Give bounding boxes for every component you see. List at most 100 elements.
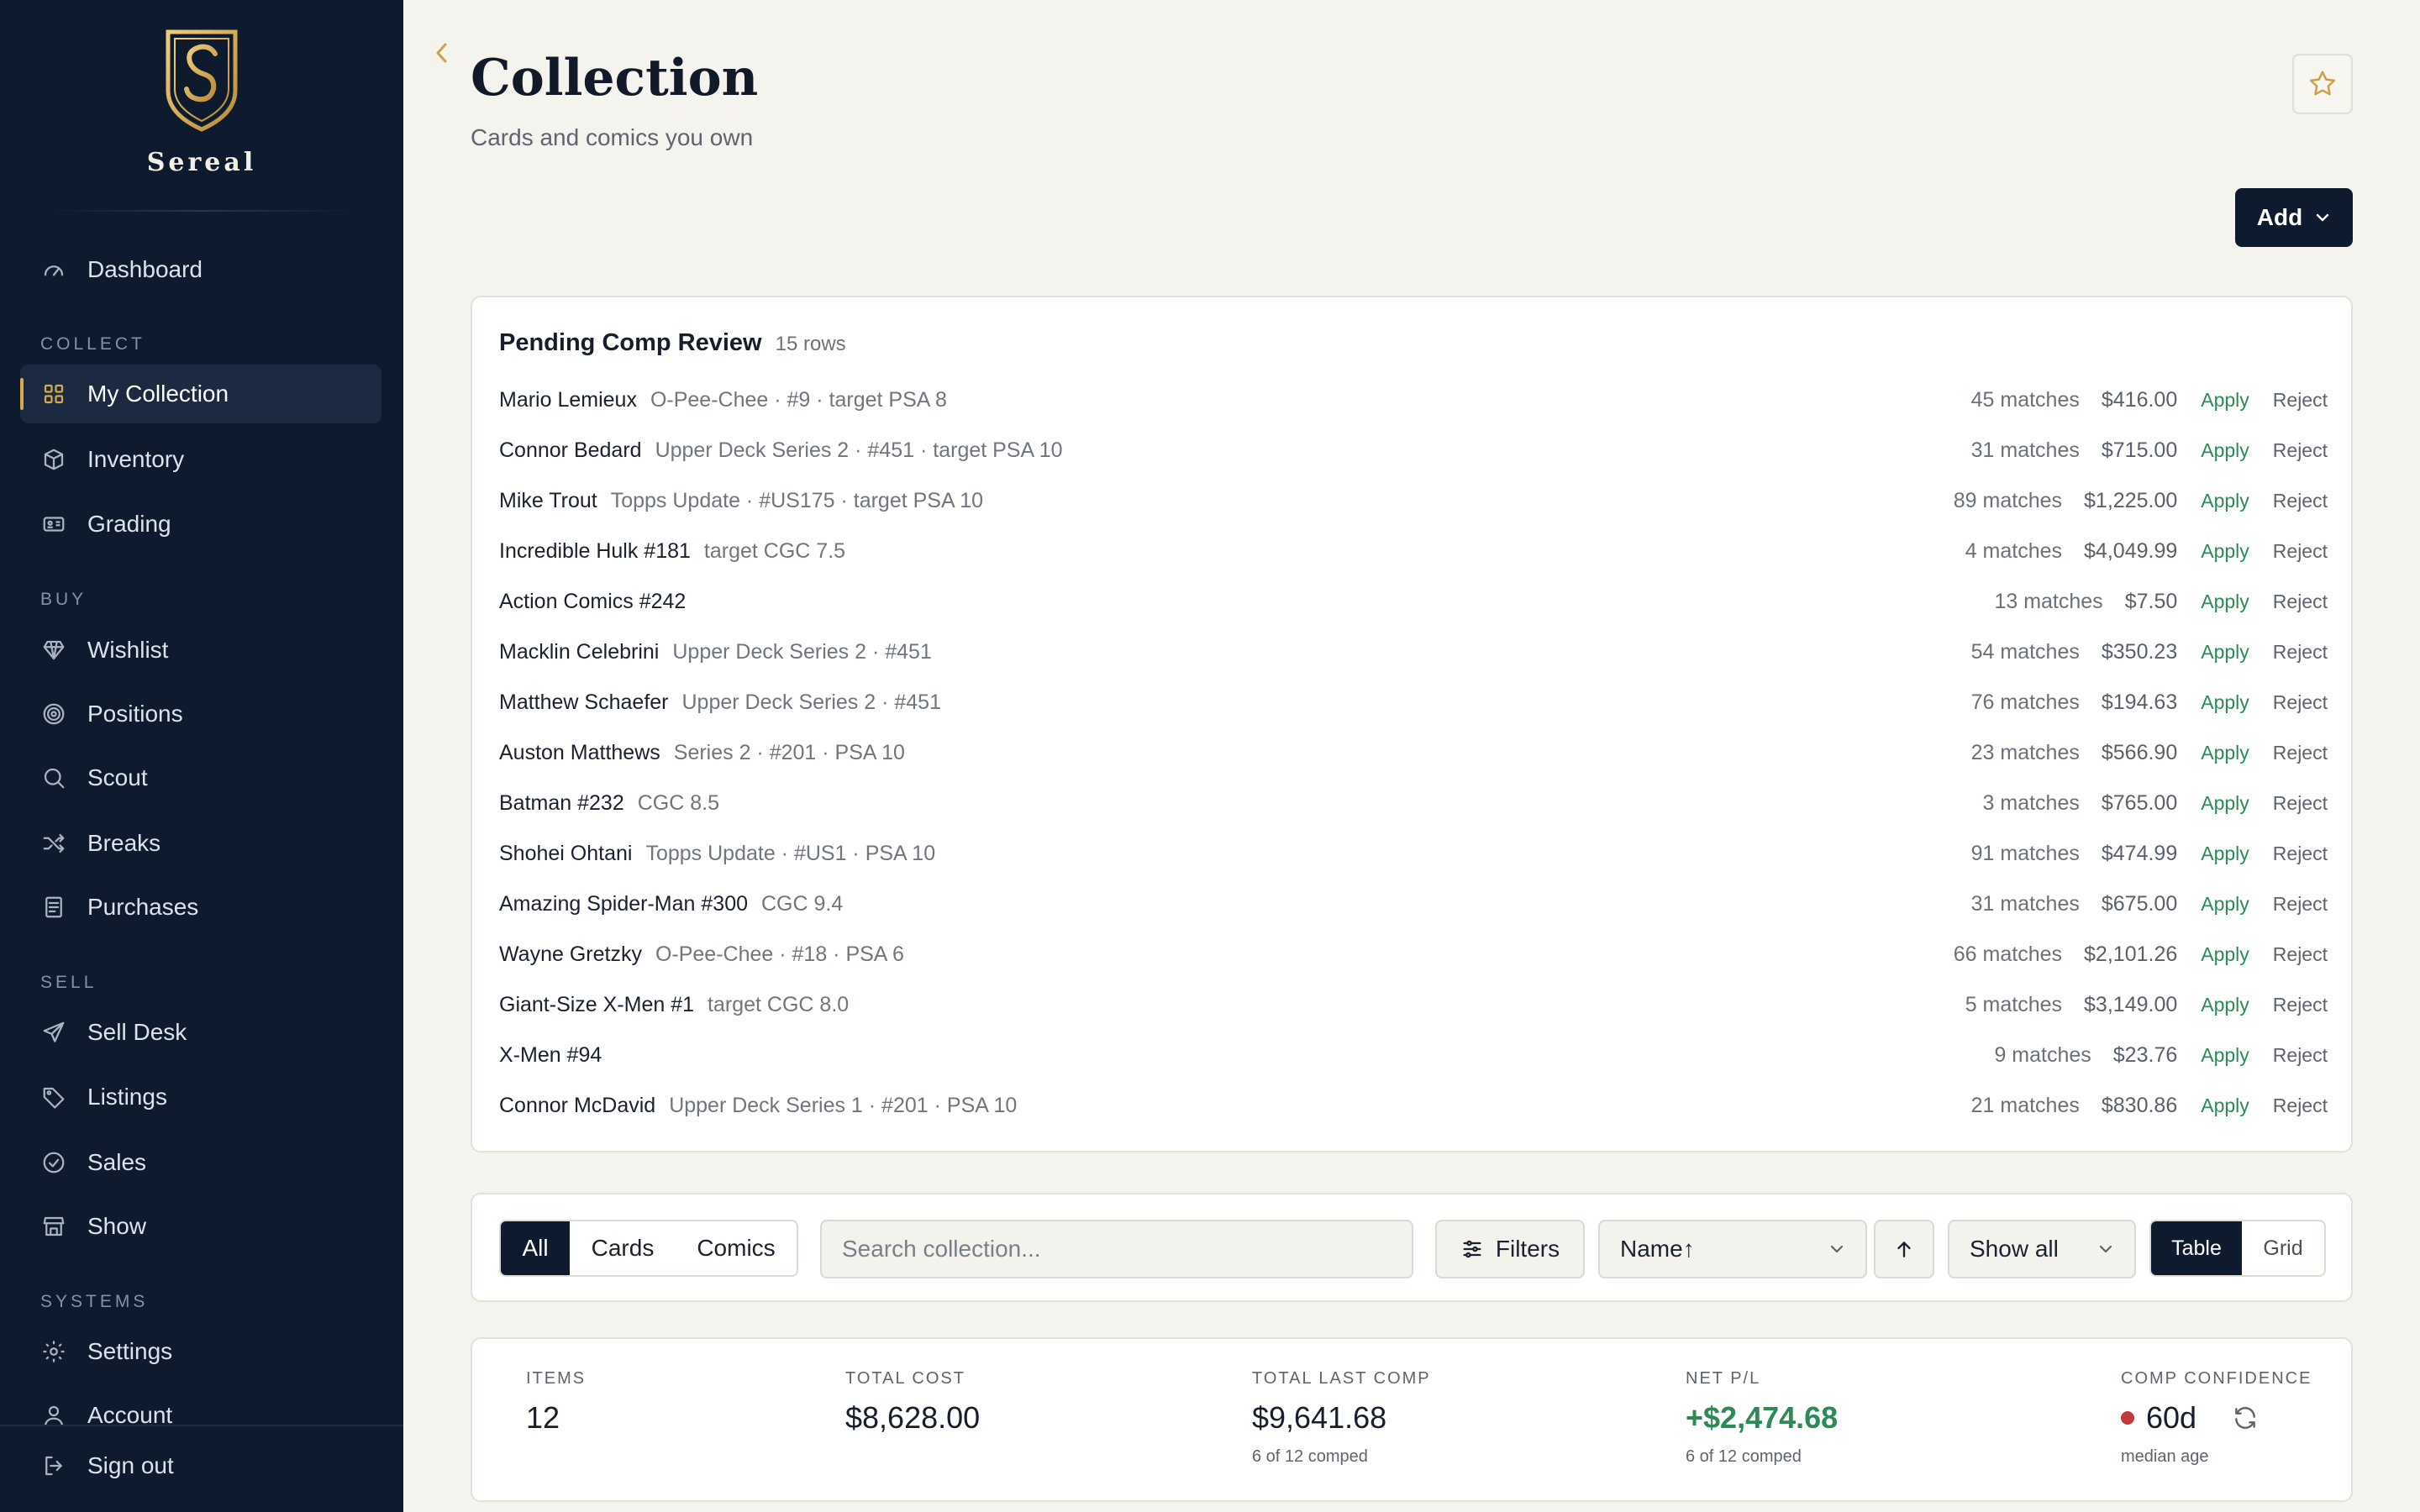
favorite-button[interactable] (2292, 54, 2353, 114)
sidebar-item-label: Scout (87, 764, 148, 790)
reject-button[interactable]: Reject (2273, 843, 2328, 865)
apply-button[interactable]: Apply (2201, 742, 2249, 764)
sort-direction-button[interactable] (1874, 1220, 1934, 1278)
sidebar-item-scout[interactable]: Scout (20, 748, 381, 807)
sidebar-item-show[interactable]: Show (20, 1197, 381, 1256)
search-icon (40, 764, 67, 791)
item-name[interactable]: Connor Bedard (499, 438, 642, 463)
send-icon (40, 1019, 67, 1046)
table-row: Connor Bedard Upper Deck Series 2 · #451 … (499, 433, 2328, 467)
item-name[interactable]: Amazing Spider-Man #300 (499, 892, 748, 916)
sidebar-item-label: Inventory (87, 446, 185, 472)
sidebar-item-my-collection[interactable]: My Collection (20, 365, 381, 423)
apply-button[interactable]: Apply (2201, 1095, 2249, 1117)
item-detail: O-Pee-Chee · #9 · target PSA 8 (650, 387, 947, 412)
sidebar-item-sales[interactable]: Sales (20, 1133, 381, 1192)
pending-header: Pending Comp Review 15 rows (499, 329, 846, 357)
filters-button[interactable]: Filters (1435, 1220, 1585, 1278)
item-name[interactable]: Giant-Size X-Men #1 (499, 993, 694, 1017)
search-input[interactable]: Search collection... (820, 1220, 1413, 1278)
apply-button[interactable]: Apply (2201, 591, 2249, 613)
segment-all[interactable]: All (501, 1221, 570, 1275)
item-name[interactable]: Batman #232 (499, 791, 624, 816)
sidebar-item-sell-desk[interactable]: Sell Desk (20, 1003, 381, 1062)
show-select[interactable]: Show all (1948, 1220, 2136, 1278)
chevron-left-icon (436, 43, 447, 63)
reject-button[interactable]: Reject (2273, 591, 2328, 613)
sidebar-item-inventory[interactable]: Inventory (20, 430, 381, 489)
item-detail: Upper Deck Series 2 · #451 (672, 639, 932, 664)
item-name[interactable]: Action Comics #242 (499, 590, 686, 614)
page-subtitle: Cards and comics you own (471, 124, 754, 150)
sidebar-item-grading[interactable]: Grading (20, 495, 381, 554)
segment-cards[interactable]: Cards (570, 1221, 676, 1275)
apply-button[interactable]: Apply (2201, 439, 2249, 462)
reject-button[interactable]: Reject (2273, 1044, 2328, 1067)
stat-total-cost: TOTAL COST $8,628.00 (845, 1369, 980, 1436)
apply-button[interactable]: Apply (2201, 843, 2249, 865)
comp-price: $416.00 (2101, 387, 2178, 412)
sort-select[interactable]: Name↑ (1598, 1220, 1867, 1278)
item-name[interactable]: Macklin Celebrini (499, 640, 659, 664)
sidebar-item-label: Listings (87, 1084, 167, 1110)
type-filter-segmented: All Cards Comics (499, 1220, 798, 1277)
item-name[interactable]: Shohei Ohtani (499, 842, 632, 866)
apply-button[interactable]: Apply (2201, 1044, 2249, 1067)
reject-button[interactable]: Reject (2273, 792, 2328, 815)
apply-button[interactable]: Apply (2201, 691, 2249, 714)
apply-button[interactable]: Apply (2201, 540, 2249, 563)
apply-button[interactable]: Apply (2201, 641, 2249, 664)
view-grid[interactable]: Grid (2242, 1221, 2324, 1275)
match-count: 31 matches (1970, 438, 2080, 462)
item-name[interactable]: Mike Trout (499, 489, 597, 513)
target-icon (40, 701, 67, 727)
sidebar-item-dashboard[interactable]: Dashboard (20, 240, 381, 299)
item-name[interactable]: Mario Lemieux (499, 388, 637, 412)
apply-button[interactable]: Apply (2201, 893, 2249, 916)
sidebar-item-listings[interactable]: Listings (20, 1068, 381, 1126)
reject-button[interactable]: Reject (2273, 1095, 2328, 1117)
item-name[interactable]: Wayne Gretzky (499, 942, 642, 967)
row-actions: 31 matches $675.00 Apply Reject (1971, 892, 2328, 916)
item-name[interactable]: X-Men #94 (499, 1043, 602, 1068)
sign-out-button[interactable]: Sign out (20, 1436, 381, 1495)
row-actions: 91 matches $474.99 Apply Reject (1971, 842, 2328, 866)
item-name[interactable]: Connor McDavid (499, 1094, 655, 1118)
reject-button[interactable]: Reject (2273, 439, 2328, 462)
view-table[interactable]: Table (2151, 1221, 2242, 1275)
item-name[interactable]: Auston Matthews (499, 741, 660, 765)
apply-button[interactable]: Apply (2201, 943, 2249, 966)
reject-button[interactable]: Reject (2273, 540, 2328, 563)
reject-button[interactable]: Reject (2273, 641, 2328, 664)
reject-button[interactable]: Reject (2273, 994, 2328, 1016)
table-row: Wayne Gretzky O-Pee-Chee · #18 · PSA 6 66 … (499, 937, 2328, 971)
add-button[interactable]: Add (2235, 188, 2353, 247)
stat-items: ITEMS 12 (526, 1369, 586, 1436)
sidebar-item-label: Sell Desk (87, 1019, 187, 1045)
reject-button[interactable]: Reject (2273, 943, 2328, 966)
reject-button[interactable]: Reject (2273, 691, 2328, 714)
sidebar-item-purchases[interactable]: Purchases (20, 878, 381, 937)
item-detail: Upper Deck Series 2 · #451 · target PSA … (655, 438, 1063, 462)
item-name[interactable]: Incredible Hulk #181 (499, 539, 691, 564)
sidebar-item-label: Wishlist (87, 637, 169, 663)
sidebar-item-breaks[interactable]: Breaks (20, 814, 381, 873)
pending-title: Pending Comp Review (499, 329, 762, 356)
section-collect: COLLECT (40, 334, 145, 354)
apply-button[interactable]: Apply (2201, 389, 2249, 412)
reject-button[interactable]: Reject (2273, 389, 2328, 412)
apply-button[interactable]: Apply (2201, 490, 2249, 512)
sidebar-item-positions[interactable]: Positions (20, 685, 381, 743)
reject-button[interactable]: Reject (2273, 490, 2328, 512)
segment-comics[interactable]: Comics (676, 1221, 797, 1275)
apply-button[interactable]: Apply (2201, 792, 2249, 815)
stat-value: 60d (2146, 1400, 2197, 1435)
apply-button[interactable]: Apply (2201, 994, 2249, 1016)
back-button[interactable] (434, 40, 450, 70)
sidebar-item-settings[interactable]: Settings (20, 1322, 381, 1381)
reject-button[interactable]: Reject (2273, 742, 2328, 764)
item-name[interactable]: Matthew Schaefer (499, 690, 669, 715)
reject-button[interactable]: Reject (2273, 893, 2328, 916)
refresh-button[interactable] (2232, 1404, 2259, 1431)
sidebar-item-wishlist[interactable]: Wishlist (20, 621, 381, 680)
